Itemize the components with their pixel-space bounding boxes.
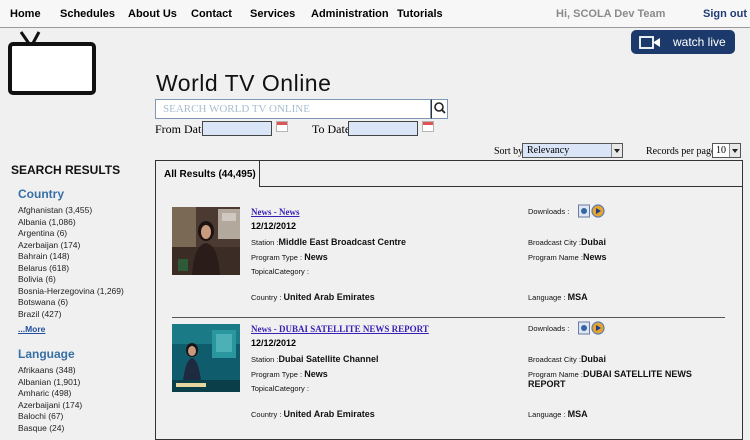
- downloads-label: Downloads :: [528, 207, 570, 216]
- sort-by-value: Relevancy: [527, 145, 570, 156]
- downloads-label: Downloads :: [528, 324, 570, 333]
- facet-item[interactable]: Albania (1,086): [18, 217, 124, 229]
- result-title-link[interactable]: News - DUBAI SATELLITE NEWS REPORT: [251, 324, 429, 334]
- nav-home[interactable]: Home: [10, 8, 41, 20]
- search-results-heading: SEARCH RESULTS: [11, 163, 121, 177]
- program-type-value: News: [304, 369, 328, 379]
- nav-about-us[interactable]: About Us: [128, 8, 177, 20]
- top-navigation: Home Schedules About Us Contact Services…: [0, 0, 750, 28]
- tv-logo-icon[interactable]: [8, 30, 96, 96]
- broadcast-city-field: Broadcast City :Dubai: [528, 237, 606, 247]
- language-facet-title: Language: [18, 347, 75, 361]
- facet-item[interactable]: Belarus (618): [18, 263, 124, 275]
- language-facet-list: Afrikaans (348) Albanian (1,901) Amharic…: [18, 365, 82, 434]
- result-date: 12/12/2012: [251, 221, 297, 231]
- download-icons[interactable]: [578, 204, 606, 218]
- search-input[interactable]: [155, 99, 431, 119]
- station-value: Dubai Satellite Channel: [278, 354, 379, 364]
- search-icon: [434, 102, 446, 114]
- tab-divider: [260, 186, 743, 187]
- search-button[interactable]: [431, 99, 448, 119]
- facet-item[interactable]: Botswana (6): [18, 297, 124, 309]
- result-item: News - DUBAI SATELLITE NEWS REPORT 12/12…: [172, 321, 727, 432]
- country-facet-title: Country: [18, 187, 64, 201]
- facet-item[interactable]: Afrikaans (348): [18, 365, 82, 377]
- chevron-down-icon: [729, 144, 740, 157]
- nav-contact[interactable]: Contact: [191, 8, 232, 20]
- sort-by-select[interactable]: Relevancy: [522, 143, 623, 158]
- program-type-value: News: [304, 252, 328, 262]
- facet-item[interactable]: Albanian (1,901): [18, 377, 82, 389]
- nav-services[interactable]: Services: [250, 8, 295, 20]
- station-field: Station :Middle East Broadcast Centre: [251, 237, 407, 247]
- watch-live-label: watch live: [673, 35, 726, 49]
- station-value: Middle East Broadcast Centre: [278, 237, 407, 247]
- tab-all-results[interactable]: All Results (44,495): [156, 161, 260, 187]
- country-value: United Arab Emirates: [283, 409, 375, 419]
- more-countries-link[interactable]: ...More: [18, 324, 45, 334]
- calendar-icon[interactable]: [422, 121, 434, 132]
- chevron-down-icon: [611, 144, 622, 157]
- page-title: World TV Online: [156, 70, 332, 96]
- country-facet-list: Afghanistan (3,455) Albania (1,086) Arge…: [18, 205, 124, 320]
- result-title-link[interactable]: News - News: [251, 207, 300, 217]
- video-thumbnail[interactable]: [172, 324, 240, 392]
- records-per-page-select[interactable]: 10: [712, 143, 741, 158]
- from-date-label: From Date: [155, 122, 207, 136]
- nav-schedules[interactable]: Schedules: [60, 8, 115, 20]
- language-value: MSA: [567, 292, 588, 302]
- video-thumbnail[interactable]: [172, 207, 240, 275]
- language-field: Language : MSA: [528, 409, 588, 419]
- broadcast-city-value: Dubai: [580, 354, 606, 364]
- broadcast-city-value: Dubai: [580, 237, 606, 247]
- nav-administration[interactable]: Administration: [311, 8, 389, 20]
- watch-live-button[interactable]: watch live: [631, 30, 735, 54]
- program-name-field: Program Name :News: [528, 252, 607, 262]
- result-date: 12/12/2012: [251, 338, 297, 348]
- program-name-value: News: [583, 252, 607, 262]
- to-date-input[interactable]: [348, 121, 418, 136]
- facet-item[interactable]: Bosnia-Herzegovina (1,269): [18, 286, 124, 298]
- country-field: Country : United Arab Emirates: [251, 292, 375, 302]
- records-per-page-label: Records per page: [646, 146, 716, 157]
- records-per-page-value: 10: [716, 145, 726, 156]
- facet-item[interactable]: Amharic (498): [18, 388, 82, 400]
- facet-item[interactable]: Bolivia (6): [18, 274, 124, 286]
- language-field: Language : MSA: [528, 292, 588, 302]
- result-item: News - News 12/12/2012 Station :Middle E…: [172, 204, 727, 315]
- sign-out-link[interactable]: Sign out: [703, 8, 747, 20]
- facet-item[interactable]: Brazil (427): [18, 309, 124, 321]
- download-icons[interactable]: [578, 321, 606, 335]
- program-name-field: Program Name :DUBAI SATELLITE NEWS REPOR…: [528, 369, 692, 389]
- facet-item[interactable]: Azerbaijani (174): [18, 400, 82, 412]
- result-divider: [172, 317, 725, 318]
- program-type-field: Program Type : News: [251, 252, 328, 262]
- facet-item[interactable]: Azerbaijan (174): [18, 240, 124, 252]
- program-type-field: Program Type : News: [251, 369, 328, 379]
- language-value: MSA: [567, 409, 588, 419]
- broadcast-city-field: Broadcast City :Dubai: [528, 354, 606, 364]
- nav-tutorials[interactable]: Tutorials: [397, 8, 443, 20]
- station-field: Station :Dubai Satellite Channel: [251, 354, 379, 364]
- facet-item[interactable]: Balochi (67): [18, 411, 82, 423]
- facet-item[interactable]: Argentina (6): [18, 228, 124, 240]
- country-field: Country : United Arab Emirates: [251, 409, 375, 419]
- topical-category-field: TopicalCategory :: [251, 384, 309, 393]
- facet-item[interactable]: Afghanistan (3,455): [18, 205, 124, 217]
- from-date-input[interactable]: [202, 121, 272, 136]
- sort-by-label: Sort by: [494, 146, 524, 157]
- country-value: United Arab Emirates: [283, 292, 375, 302]
- facet-item[interactable]: Basque (24): [18, 423, 82, 435]
- calendar-icon[interactable]: [276, 121, 288, 132]
- to-date-label: To Date: [312, 122, 351, 136]
- results-panel: All Results (44,495) News - News 12/12/2…: [155, 160, 743, 440]
- topical-category-field: TopicalCategory :: [251, 267, 309, 276]
- video-camera-icon: [639, 36, 660, 49]
- user-greeting: Hi, SCOLA Dev Team: [556, 8, 666, 20]
- facet-item[interactable]: Bahrain (148): [18, 251, 124, 263]
